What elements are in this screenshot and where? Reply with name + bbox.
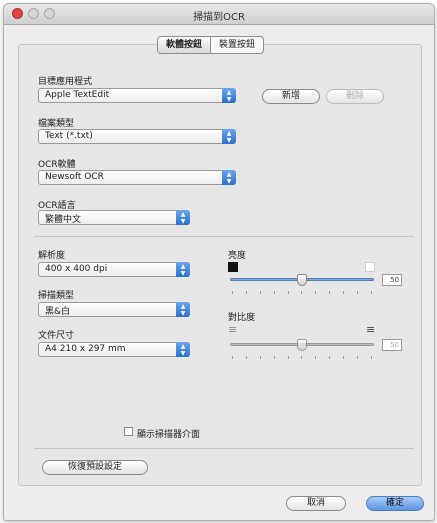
brightness-slider-thumb[interactable] — [297, 274, 307, 286]
separator — [34, 236, 414, 237]
window-title: 掃描到OCR — [193, 12, 245, 23]
updown-arrow-icon: ▲ ▼ — [176, 342, 190, 357]
resolution-label: 解析度 — [38, 251, 66, 261]
file-type-value: Text (*.txt) — [45, 131, 93, 141]
contrast-label: 對比度 — [228, 313, 256, 323]
show-scanner-interface-label: 顯示掃描器介面 — [137, 430, 201, 440]
resolution-select[interactable]: 400 x 400 dpi ▲ ▼ — [38, 262, 190, 277]
restore-defaults-button[interactable]: 恢復預設設定 — [42, 460, 148, 475]
light-square-icon — [365, 262, 375, 272]
scan-type-select[interactable]: 黑&白 ▲ ▼ — [38, 302, 190, 317]
resolution-value: 400 x 400 dpi — [45, 264, 108, 274]
file-type-select[interactable]: Text (*.txt) ▲ ▼ — [38, 129, 236, 144]
cancel-button[interactable]: 取消 — [286, 496, 346, 511]
contrast-value-field[interactable]: 50 — [382, 339, 402, 351]
scan-type-value: 黑&白 — [45, 307, 71, 317]
updown-arrow-icon: ▲ ▼ — [176, 262, 190, 277]
contrast-ticks — [232, 356, 372, 360]
updown-arrow-icon: ▲ ▼ — [222, 170, 236, 185]
ocr-software-value: Newsoft OCR — [45, 172, 104, 182]
updown-arrow-icon: ▲ ▼ — [176, 302, 190, 317]
brightness-label: 亮度 — [228, 251, 247, 261]
document-size-value: A4 210 x 297 mm — [45, 344, 126, 354]
target-app-value: Apple TextEdit — [45, 90, 110, 100]
target-app-select[interactable]: Apple TextEdit ▲ ▼ — [38, 88, 236, 103]
document-size-label: 文件尺寸 — [38, 331, 75, 341]
scan-type-label: 掃描類型 — [38, 291, 75, 301]
updown-arrow-icon: ▲ ▼ — [222, 88, 236, 103]
high-contrast-icon: ≡ — [366, 323, 376, 336]
ocr-software-select[interactable]: Newsoft OCR ▲ ▼ — [38, 170, 236, 185]
dark-square-icon — [228, 262, 238, 272]
delete-button[interactable]: 刪除 — [326, 89, 384, 104]
brightness-value-field[interactable]: 50 — [382, 274, 402, 286]
brightness-ticks — [232, 291, 372, 295]
updown-arrow-icon: ▲ ▼ — [176, 210, 190, 225]
ocr-language-value: 繁體中文 — [45, 215, 82, 225]
tab-software-button[interactable]: 軟體按鈕 — [158, 37, 212, 53]
tab-control: 軟體按鈕 裝置按鈕 — [157, 36, 265, 54]
updown-arrow-icon: ▲ ▼ — [222, 129, 236, 144]
ok-button[interactable]: 確定 — [366, 496, 424, 511]
tab-device-button[interactable]: 裝置按鈕 — [211, 37, 263, 53]
add-button[interactable]: 新增 — [262, 89, 320, 104]
separator — [34, 448, 414, 449]
ocr-language-select[interactable]: 繁體中文 ▲ ▼ — [38, 210, 190, 225]
title-bar: 掃描到OCR — [4, 4, 434, 25]
contrast-slider-thumb[interactable] — [297, 339, 307, 351]
file-type-label: 檔案類型 — [38, 119, 75, 129]
ocr-software-label: OCR軟體 — [38, 160, 76, 170]
low-contrast-icon: ≡ — [228, 323, 238, 336]
show-scanner-interface-checkbox[interactable] — [124, 427, 133, 436]
document-size-select[interactable]: A4 210 x 297 mm ▲ ▼ — [38, 342, 190, 357]
target-app-label: 目標應用程式 — [38, 77, 93, 87]
ocr-dialog-window: 掃描到OCR 軟體按鈕 裝置按鈕 目標應用程式 Apple TextEdit ▲… — [3, 3, 435, 521]
